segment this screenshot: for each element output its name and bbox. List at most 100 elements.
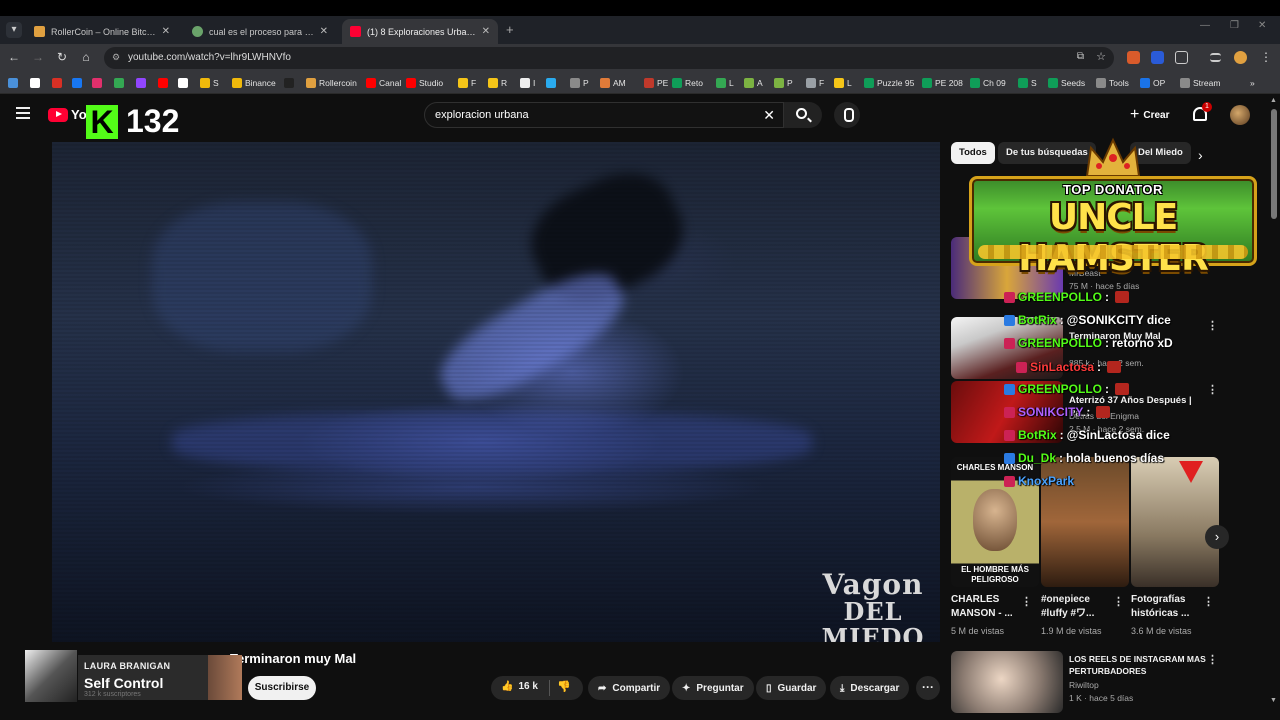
bookmark-item[interactable]	[8, 76, 21, 90]
bookmark-item[interactable]: I	[520, 76, 535, 90]
extensions-puzzle-icon[interactable]	[1175, 51, 1188, 64]
minimize-icon[interactable]: —	[1200, 20, 1210, 31]
search-button[interactable]	[784, 102, 822, 128]
short-3-caption[interactable]: Fotografías históricas ...	[1131, 593, 1207, 621]
home-icon[interactable]: ⌂	[78, 50, 94, 64]
bookmark-item[interactable]	[52, 76, 65, 90]
bookmark-star-icon[interactable]: ☆	[1096, 50, 1106, 63]
extension-shield-icon[interactable]	[1151, 51, 1164, 64]
browser-tab-1[interactable]: RollerCoin – Online Bitcoin Mining ✕	[26, 19, 178, 44]
bookmark-item[interactable]: PE 208	[922, 76, 963, 90]
subscribe-button[interactable]: Suscribirse	[248, 676, 316, 700]
media-control-icon[interactable]	[1210, 53, 1221, 62]
bookmark-item[interactable]: Seeds	[1048, 76, 1085, 90]
bookmark-item[interactable]: F	[806, 76, 824, 90]
bookmark-item[interactable]	[72, 76, 85, 90]
create-button[interactable]: + Crear	[1124, 104, 1175, 126]
profile-icon[interactable]	[1234, 51, 1247, 64]
menu-hamburger-icon[interactable]	[16, 107, 30, 122]
browser-menu-icon[interactable]: ⋮	[1260, 50, 1272, 64]
bookmark-item[interactable]	[158, 76, 171, 90]
search-input[interactable]: exploracion urbana ✕	[424, 102, 784, 128]
browser-tab-3[interactable]: (1) 8 Exploraciones Urbanas que ✕	[342, 19, 498, 44]
short-3[interactable]	[1131, 457, 1219, 587]
shorts-next-icon[interactable]: ›	[1205, 525, 1229, 549]
rec-more-icon[interactable]: ⋮	[1207, 383, 1218, 396]
bookmark-item[interactable]: AM	[600, 76, 626, 90]
bookmark-item[interactable]: Tools	[1096, 76, 1129, 90]
bookmark-item[interactable]: Ch 09	[970, 76, 1006, 90]
extension-fox-icon[interactable]	[1127, 51, 1140, 64]
bookmark-item[interactable]: OP	[1140, 76, 1165, 90]
bookmark-item[interactable]	[284, 76, 297, 90]
tab-close-icon[interactable]: ✕	[482, 26, 490, 37]
bookmark-item[interactable]	[92, 76, 105, 90]
reload-icon[interactable]: ↻	[54, 50, 70, 64]
more-bookmarks-icon[interactable]: »	[1250, 76, 1255, 90]
video-player[interactable]: Vagon DEL MIEDO	[52, 142, 940, 642]
recommendation-4[interactable]: LOS REELS DE INSTAGRAM MAS PERTURBADORES…	[951, 651, 1218, 713]
page-scrollbar[interactable]: ▲ ▼	[1270, 97, 1278, 717]
rec-more-icon[interactable]: ⋮	[1207, 319, 1218, 332]
bookmark-item[interactable]: S	[200, 76, 219, 90]
bookmark-item[interactable]: S	[1018, 76, 1037, 90]
tab-search-chevron-icon[interactable]: ▾	[6, 22, 22, 38]
bookmark-item[interactable]: Studio	[406, 76, 443, 90]
browser-tab-2[interactable]: cual es el proceso para cremar ✕	[184, 19, 336, 44]
omnibox[interactable]: ⚙ youtube.com/watch?v=lhr9LWHNVfo ⧉ ☆	[104, 47, 1114, 69]
tab-close-icon[interactable]: ✕	[320, 26, 328, 37]
bookmark-item[interactable]: P	[774, 76, 793, 90]
rec-more-icon[interactable]: ⋮	[1207, 653, 1218, 666]
ask-button[interactable]: ✦ Preguntar	[672, 676, 754, 700]
short-1-more-icon[interactable]: ⋮	[1021, 595, 1032, 608]
voice-search-icon[interactable]	[834, 102, 860, 128]
back-icon[interactable]: ←	[6, 50, 22, 64]
bookmark-item[interactable]: R	[488, 76, 507, 90]
bookmark-item[interactable]: F	[458, 76, 476, 90]
bookmark-item[interactable]: Rollercoin	[306, 76, 357, 90]
bookmark-item[interactable]: Puzzle 95	[864, 76, 914, 90]
install-app-icon[interactable]: ⧉	[1077, 51, 1084, 62]
bookmark-item[interactable]: P	[570, 76, 589, 90]
bookmark-item[interactable]: Reto	[672, 76, 703, 90]
account-avatar[interactable]	[1230, 105, 1250, 125]
chat-separator: :	[1059, 313, 1064, 327]
clear-search-icon[interactable]: ✕	[763, 107, 775, 124]
bookmark-item[interactable]: Binance	[232, 76, 276, 90]
short-1-caption[interactable]: CHARLES MANSON - ...	[951, 593, 1027, 621]
dislike-button[interactable]: 👎	[557, 680, 571, 693]
chip-from-searches[interactable]: De tus búsquedas	[998, 142, 1096, 164]
bookmark-item[interactable]	[30, 76, 43, 90]
chips-next-chevron-icon[interactable]: ›	[1198, 147, 1203, 163]
notifications-bell-icon[interactable]: 1	[1193, 102, 1212, 121]
bookmark-item[interactable]	[136, 76, 149, 90]
bookmark-item[interactable]: L	[716, 76, 734, 90]
scroll-up-icon[interactable]: ▲	[1270, 97, 1277, 104]
bookmark-item[interactable]	[546, 76, 559, 90]
forward-icon[interactable]: →	[30, 50, 46, 64]
bookmark-item[interactable]: Canal	[366, 76, 401, 90]
bookmark-item[interactable]	[178, 76, 191, 90]
bookmark-label: L	[729, 78, 734, 88]
share-button[interactable]: ➦ Compartir	[588, 676, 671, 700]
save-button[interactable]: ▯ Guardar	[756, 676, 827, 700]
bookmark-item[interactable]: L	[834, 76, 852, 90]
bookmark-item[interactable]: Stream	[1180, 76, 1220, 90]
new-tab-icon[interactable]: +	[506, 22, 514, 37]
chip-all[interactable]: Todos	[951, 142, 995, 164]
short-2-more-icon[interactable]: ⋮	[1113, 595, 1124, 608]
site-info-icon[interactable]: ⚙	[112, 52, 120, 63]
download-button[interactable]: ⤓ Descargar	[830, 676, 910, 700]
like-button[interactable]: 👍 16 k	[501, 681, 538, 692]
close-window-icon[interactable]: ✕	[1258, 20, 1266, 31]
maximize-icon[interactable]: ❐	[1230, 20, 1239, 31]
short-3-more-icon[interactable]: ⋮	[1203, 595, 1214, 608]
scroll-down-icon[interactable]: ▼	[1270, 697, 1277, 704]
bookmark-item[interactable]: PE	[644, 76, 668, 90]
tab-close-icon[interactable]: ✕	[162, 26, 170, 37]
bookmark-item[interactable]	[114, 76, 127, 90]
more-actions-icon[interactable]: ···	[916, 676, 940, 700]
scroll-thumb[interactable]	[1271, 109, 1277, 219]
short-2-caption[interactable]: #onepiece #luffy #ワ...	[1041, 593, 1117, 621]
bookmark-item[interactable]: A	[744, 76, 763, 90]
